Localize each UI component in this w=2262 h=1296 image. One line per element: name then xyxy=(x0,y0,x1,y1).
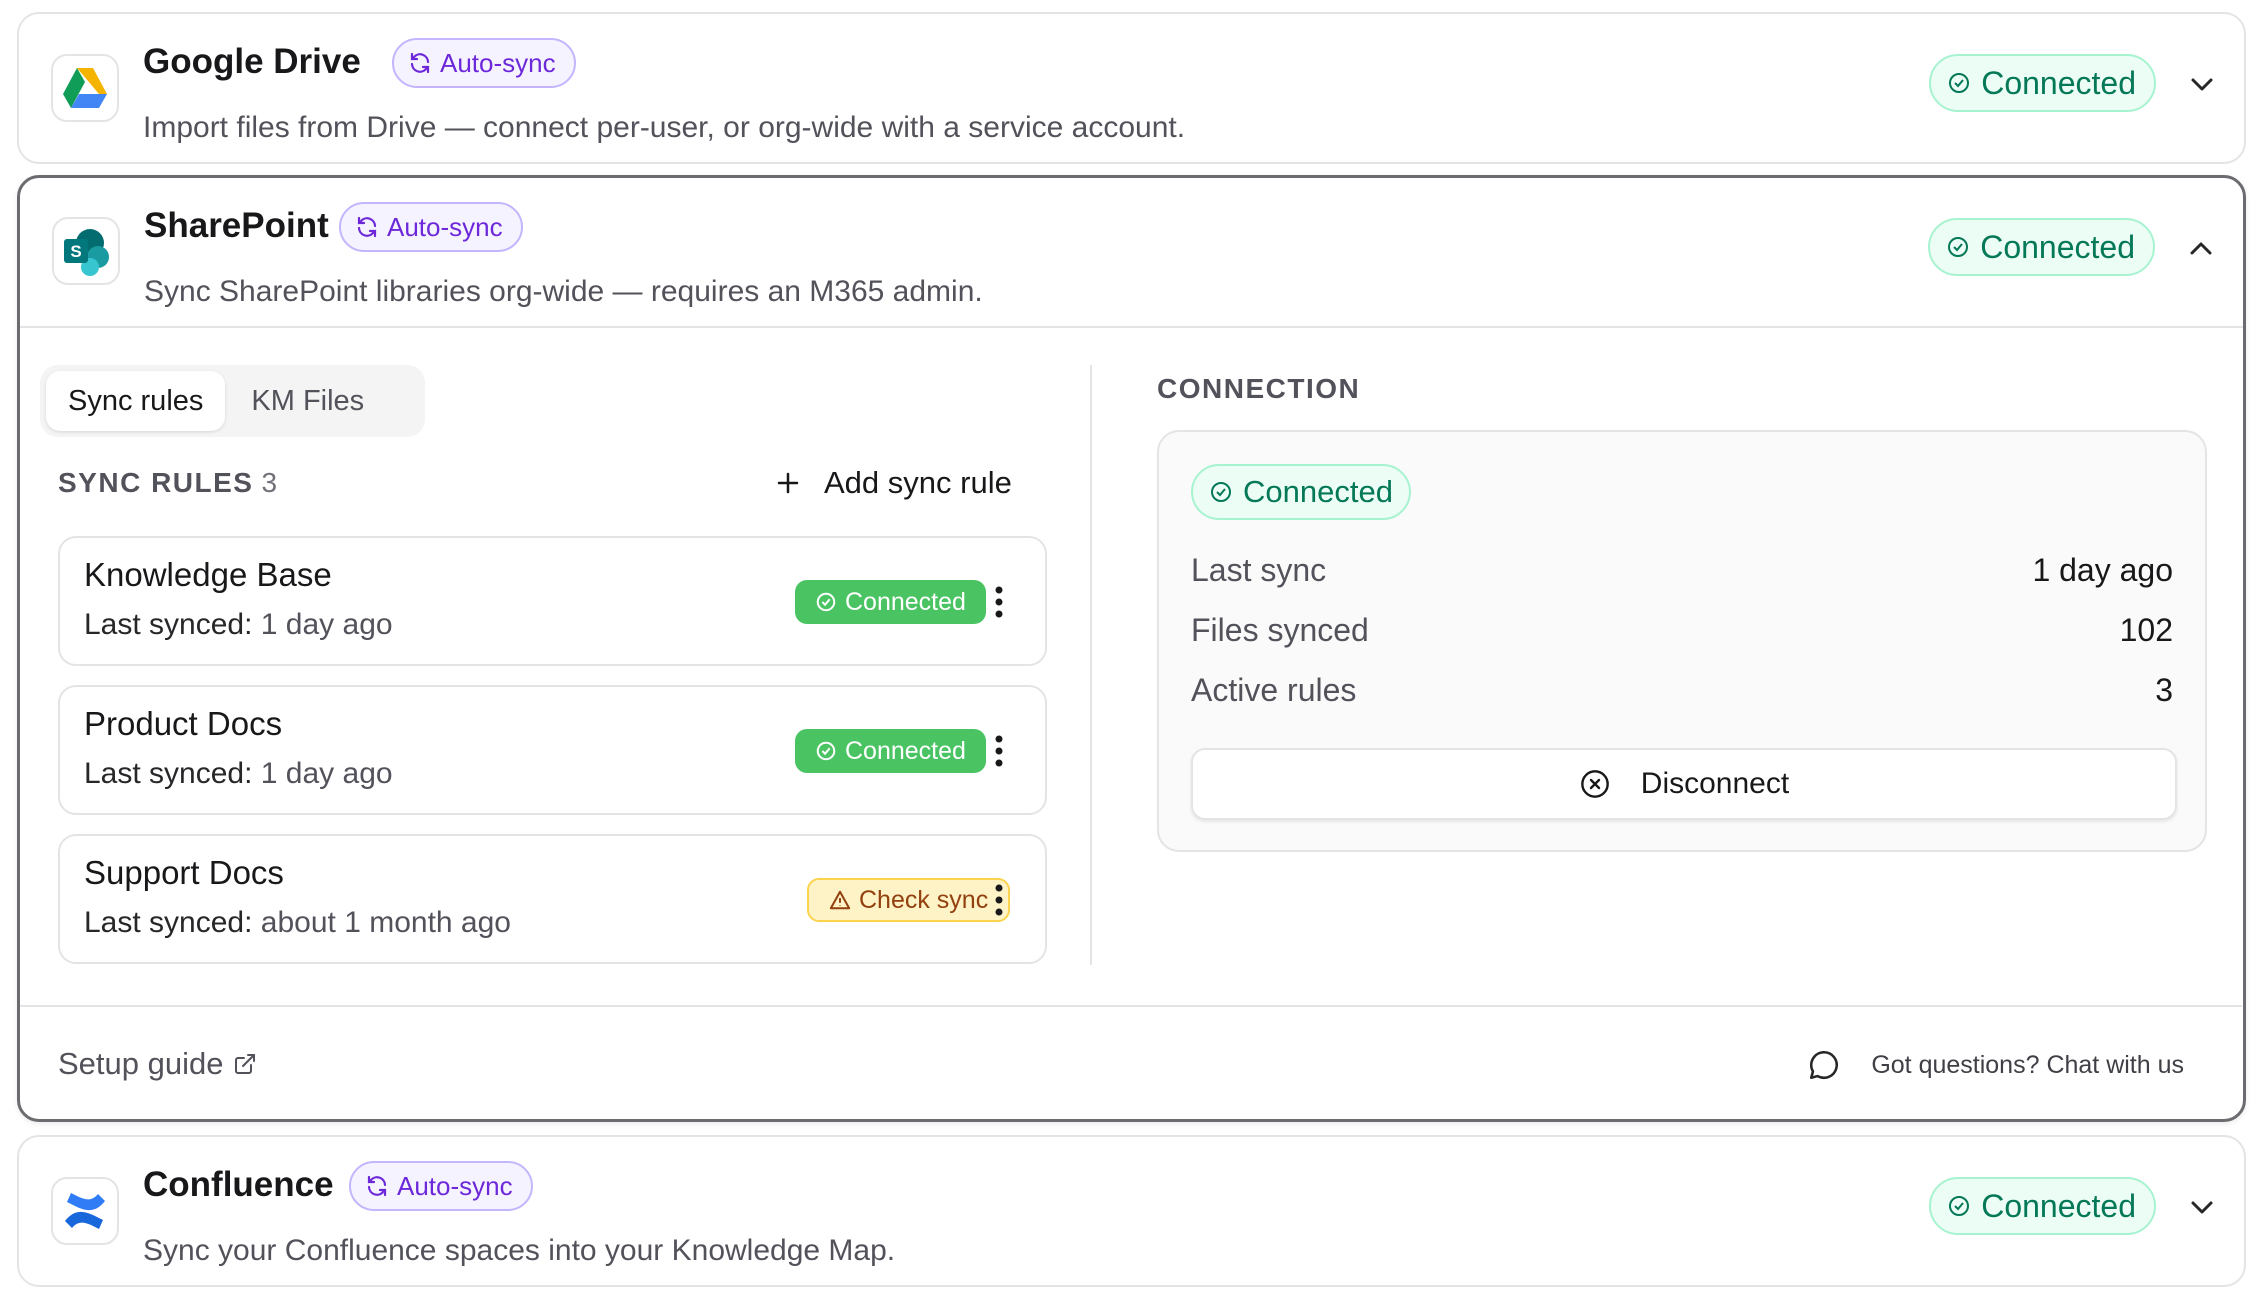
auto-sync-badge: Auto-sync xyxy=(349,1161,533,1211)
add-sync-rule-label: Add sync rule xyxy=(824,465,1012,500)
sync-rule-last-synced: Last synced: about 1 month ago xyxy=(84,906,511,940)
connection-status-label: Connected xyxy=(1981,64,2136,101)
sync-rule-status-label: Connected xyxy=(845,736,966,765)
connection-row-value: 1 day ago xyxy=(2032,551,2173,588)
sync-icon xyxy=(410,52,430,74)
auto-sync-label: Auto-sync xyxy=(397,1170,513,1201)
auto-sync-badge: Auto-sync xyxy=(392,38,576,88)
chat-with-us-link[interactable]: Got questions? Chat with us xyxy=(1807,1043,2184,1087)
check-circle-icon xyxy=(1949,1196,1970,1216)
setup-guide-link[interactable]: Setup guide xyxy=(58,1041,257,1087)
column-divider xyxy=(1090,365,1092,965)
sharepoint-tabs: Sync rules KM Files xyxy=(40,365,425,437)
last-synced-value: about 1 month ago xyxy=(260,906,511,939)
sync-rule-status-badge: Connected xyxy=(795,580,986,624)
sync-rule-status-badge: Check sync xyxy=(807,878,1011,922)
sync-rule-item[interactable]: Knowledge Base Last synced: 1 day ago Co… xyxy=(58,536,1047,666)
sync-rule-last-synced: Last synced: 1 day ago xyxy=(84,608,393,642)
sync-rules-heading: SYNC RULES 3 xyxy=(58,467,277,499)
connection-status-pill: Connected xyxy=(1191,464,1411,520)
chat-bubble-icon xyxy=(1810,1050,1839,1080)
more-options-icon[interactable] xyxy=(993,880,1005,920)
integration-title: SharePoint xyxy=(144,206,329,245)
connection-heading: CONNECTION xyxy=(1157,373,1361,404)
confluence-logo-icon xyxy=(51,1177,119,1245)
footer-divider xyxy=(20,1005,2242,1007)
auto-sync-badge: Auto-sync xyxy=(339,202,523,252)
check-circle-icon xyxy=(1211,482,1231,502)
chevron-up-icon[interactable] xyxy=(2185,232,2217,264)
sync-rules-count: 3 xyxy=(261,467,278,498)
sync-rule-name: Knowledge Base xyxy=(84,556,332,593)
last-synced-value: 1 day ago xyxy=(260,757,393,790)
svg-text:S: S xyxy=(70,242,81,261)
sync-rules-heading-text: SYNC RULES xyxy=(58,467,254,498)
more-options-icon[interactable] xyxy=(993,731,1005,771)
sync-rule-item[interactable]: Product Docs Last synced: 1 day ago Conn… xyxy=(58,685,1047,815)
connection-status-pill: Connected xyxy=(1929,54,2156,112)
integration-card-google-drive[interactable]: Google Drive Auto-sync Import files from… xyxy=(17,12,2246,164)
connection-row-value: 102 xyxy=(2119,611,2173,648)
last-synced-value: 1 day ago xyxy=(260,608,393,641)
sync-rule-status-badge: Connected xyxy=(795,729,986,773)
connection-status-label: Connected xyxy=(1981,1187,2136,1224)
disconnect-label: Disconnect xyxy=(1640,767,1790,800)
sync-rule-name: Support Docs xyxy=(84,854,284,891)
chevron-down-icon[interactable] xyxy=(2186,1191,2218,1223)
check-circle-icon xyxy=(816,741,836,761)
sync-icon xyxy=(357,216,377,238)
chat-with-us-label: Got questions? Chat with us xyxy=(1871,1050,2184,1079)
tab-km-files[interactable]: KM Files xyxy=(229,371,386,431)
connection-status-pill: Connected xyxy=(1928,218,2155,276)
auto-sync-label: Auto-sync xyxy=(440,47,556,78)
add-sync-rule-button[interactable]: Add sync rule xyxy=(776,461,1012,505)
connection-row-active-rules: Active rules 3 xyxy=(1191,668,2173,712)
check-circle-icon xyxy=(1949,73,1970,93)
auto-sync-label: Auto-sync xyxy=(387,211,503,242)
connection-row-label: Files synced xyxy=(1191,611,1369,648)
integration-description: Import files from Drive — connect per-us… xyxy=(143,111,1186,144)
connection-status-label: Connected xyxy=(1980,228,2135,265)
warning-triangle-icon xyxy=(829,890,851,910)
more-options-icon[interactable] xyxy=(993,582,1005,622)
connection-row-files-synced: Files synced 102 xyxy=(1191,608,2173,652)
sync-rule-last-synced: Last synced: 1 day ago xyxy=(84,757,393,791)
connection-row-last-sync: Last sync 1 day ago xyxy=(1191,548,2173,592)
integration-description: Sync your Confluence spaces into your Kn… xyxy=(143,1234,896,1267)
integration-title: Confluence xyxy=(143,1165,334,1204)
setup-guide-label: Setup guide xyxy=(58,1046,224,1081)
sharepoint-logo-icon: S xyxy=(52,217,120,285)
disconnect-button[interactable]: Disconnect xyxy=(1191,748,2177,820)
external-link-icon xyxy=(235,1054,256,1074)
last-synced-label: Last synced: xyxy=(84,608,253,641)
check-circle-icon xyxy=(816,592,836,612)
check-circle-icon xyxy=(1948,237,1969,257)
google-drive-logo-icon xyxy=(51,54,119,122)
close-circle-icon xyxy=(1580,770,1609,798)
connection-row-value: 3 xyxy=(2155,671,2173,708)
integration-card-confluence[interactable]: Confluence Auto-sync Sync your Confluenc… xyxy=(17,1135,2246,1287)
integration-title: Google Drive xyxy=(143,42,361,81)
header-divider xyxy=(20,326,2243,328)
plus-icon xyxy=(777,472,799,494)
connection-status-pill: Connected xyxy=(1929,1177,2156,1235)
last-synced-label: Last synced: xyxy=(84,906,253,939)
connection-panel: Connected Last sync 1 day ago Files sync… xyxy=(1157,430,2207,852)
connection-row-label: Last sync xyxy=(1191,551,1327,588)
sync-icon xyxy=(367,1175,387,1197)
chevron-down-icon[interactable] xyxy=(2186,68,2218,100)
sharepoint-card-header[interactable]: S SharePoint Auto-sync Sync SharePoint l… xyxy=(20,178,2243,326)
connection-row-label: Active rules xyxy=(1191,671,1357,708)
sync-rule-name: Product Docs xyxy=(84,705,283,742)
sync-rule-status-label: Connected xyxy=(845,587,966,616)
last-synced-label: Last synced: xyxy=(84,757,253,790)
sync-rule-status-label: Check sync xyxy=(859,885,989,914)
integration-description: Sync SharePoint libraries org-wide — req… xyxy=(144,275,983,308)
tab-sync-rules[interactable]: Sync rules xyxy=(46,371,226,431)
connection-status-label: Connected xyxy=(1243,474,1393,509)
sync-rule-item[interactable]: Support Docs Last synced: about 1 month … xyxy=(58,834,1047,964)
